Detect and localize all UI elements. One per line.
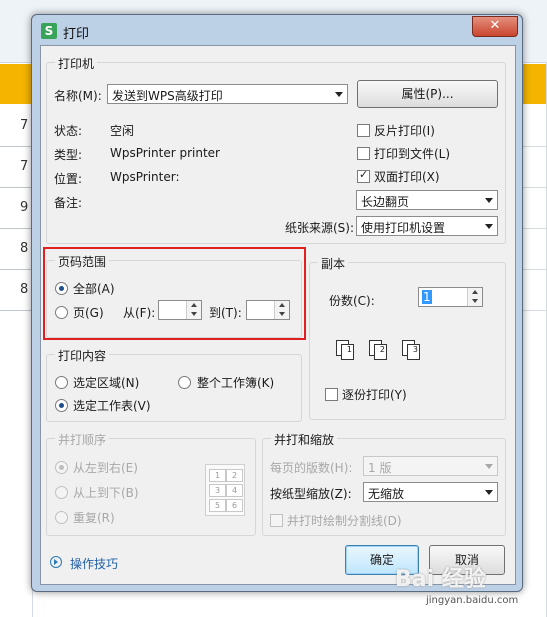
comment-label: 备注:: [54, 196, 83, 210]
draw-divider-checkbox[interactable]: [270, 514, 283, 527]
print-to-file-label[interactable]: 打印到文件(L): [374, 145, 450, 162]
printer-name-select[interactable]: 发送到WPS高级打印: [107, 84, 348, 104]
sheet-label[interactable]: 选定工作表(V): [73, 397, 151, 414]
repeat-radio[interactable]: [55, 511, 68, 524]
chevron-down-icon: [335, 92, 343, 97]
copies-count-label: 份数(C):: [329, 294, 375, 308]
stepper-down-icon[interactable]: [467, 297, 482, 306]
draw-divider-label[interactable]: 并打时绘制分割线(D): [287, 512, 402, 529]
order-cell: 4: [226, 484, 243, 497]
chevron-down-icon: [485, 490, 493, 495]
sheet-highlight-cell-left: [0, 64, 32, 104]
workbook-radio[interactable]: [178, 376, 191, 389]
type-label: 类型:: [54, 148, 83, 162]
sheet-row: 9: [0, 188, 32, 229]
dialog-title: 打印: [63, 27, 90, 42]
printer-group-label: 打印机: [55, 55, 98, 72]
repeat-label[interactable]: 重复(R): [73, 509, 115, 526]
highlight-annotation-box: [43, 247, 306, 340]
collate-label[interactable]: 逐份打印(Y): [342, 386, 407, 403]
wps-app-icon: S: [41, 23, 57, 39]
paper-source-value: 使用打印机设置: [361, 221, 446, 235]
status-label: 状态:: [54, 124, 83, 138]
play-circle-icon[interactable]: [50, 556, 62, 568]
type-value: WpsPrinter printer: [110, 146, 220, 160]
sheet-gridline: [520, 146, 547, 147]
print-to-file-checkbox[interactable]: [357, 147, 370, 160]
chevron-down-icon: [485, 198, 493, 203]
top-to-bottom-label[interactable]: 从上到下(B): [73, 484, 139, 501]
location-label: 位置:: [54, 172, 83, 186]
left-to-right-radio[interactable]: [55, 461, 68, 474]
sheet-row: 7: [0, 106, 32, 147]
print-order-group-label: 并打顺序: [55, 431, 110, 448]
reverse-print-label[interactable]: 反片打印(I): [374, 122, 435, 139]
tips-link[interactable]: 操作技巧: [70, 555, 118, 572]
paper-source-select[interactable]: 使用打印机设置: [356, 216, 498, 236]
duplex-mode-value: 长边翻页: [361, 195, 410, 209]
sheet-radio[interactable]: [55, 399, 68, 412]
sheet-gridline: [520, 310, 547, 311]
copies-count-value: 1: [422, 290, 432, 304]
sheet-gridline: [520, 187, 547, 188]
pages-per-sheet-select[interactable]: 1 版: [363, 456, 498, 476]
paper-source-label: 纸张来源(S):: [285, 221, 355, 235]
page-icon: 3: [407, 344, 420, 360]
print-content-group-label: 打印内容: [55, 347, 110, 364]
chevron-down-icon: [485, 464, 493, 469]
copies-stepper[interactable]: 1: [418, 287, 483, 307]
order-cell: 1: [209, 469, 226, 482]
sheet-row: 7: [0, 147, 32, 188]
sheet-gridline: [520, 269, 547, 270]
baidu-watermark-url: jingyan.baidu.com: [426, 595, 519, 606]
pages-per-sheet-value: 1 版: [368, 461, 392, 475]
selection-radio[interactable]: [55, 376, 68, 389]
duplex-mode-select[interactable]: 长边翻页: [356, 190, 498, 210]
workbook-label[interactable]: 整个工作簿(K): [197, 374, 274, 391]
baidu-watermark-logo: Bai 经验: [395, 567, 486, 592]
dialog-title-bar[interactable]: S 打印 ✕: [32, 15, 522, 45]
order-cell: 6: [226, 499, 243, 512]
printer-name-label: 名称(M):: [54, 89, 102, 103]
location-value: WpsPrinter:: [110, 170, 180, 184]
sheet-row: 8: [0, 229, 32, 270]
sheet-highlight-cell-right: [520, 64, 547, 104]
duplex-checkbox[interactable]: [357, 168, 370, 183]
chevron-down-icon: [485, 224, 493, 229]
selection-label[interactable]: 选定区域(N): [73, 374, 139, 391]
printer-name-value: 发送到WPS高级打印: [112, 89, 223, 103]
copies-group-label: 副本: [318, 255, 349, 272]
print-order-illustration: 1 2 3 4 5 6: [205, 464, 245, 516]
sheet-row: 8: [0, 270, 32, 311]
order-cell: 5: [209, 499, 226, 512]
scale-select[interactable]: 无缩放: [363, 482, 498, 502]
zoom-group-label: 并打和缩放: [271, 431, 338, 448]
close-button[interactable]: ✕: [472, 16, 518, 37]
collate-checkbox[interactable]: [325, 388, 338, 401]
left-to-right-label[interactable]: 从左到右(E): [73, 459, 138, 476]
scale-value: 无缩放: [368, 487, 405, 501]
page-icon: 2: [374, 344, 387, 360]
sheet-gridline: [520, 228, 547, 229]
properties-button[interactable]: 属性(P)...: [357, 80, 498, 108]
reverse-print-checkbox[interactable]: [357, 124, 370, 137]
page-icon: 1: [341, 344, 354, 360]
duplex-label[interactable]: 双面打印(X): [374, 168, 440, 185]
order-cell: 3: [209, 484, 226, 497]
pages-per-sheet-label: 每页的版数(H):: [270, 461, 353, 475]
scale-label: 按纸型缩放(Z):: [270, 487, 352, 501]
order-cell: 2: [226, 469, 243, 482]
top-to-bottom-radio[interactable]: [55, 486, 68, 499]
status-value: 空闲: [110, 124, 135, 138]
